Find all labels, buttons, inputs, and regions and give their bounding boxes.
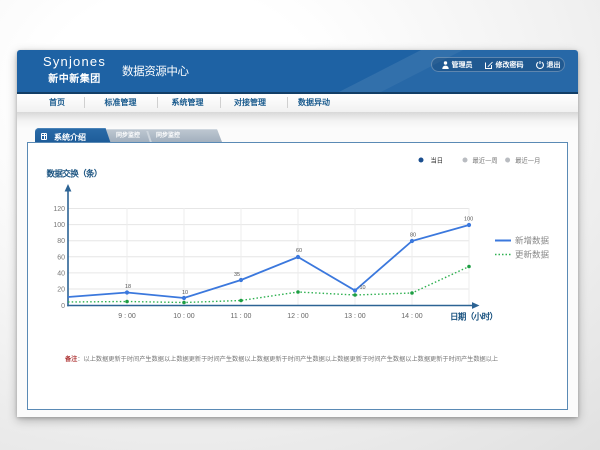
svg-text:60: 60	[296, 248, 302, 254]
svg-text:10 : 00: 10 : 00	[173, 313, 195, 320]
svg-text:80: 80	[410, 233, 416, 239]
svg-text:当日: 当日	[431, 155, 444, 164]
svg-text:数据交换（条）: 数据交换（条）	[47, 169, 102, 179]
svg-text:20: 20	[57, 287, 65, 294]
svg-text:12 : 00: 12 : 00	[287, 313, 309, 320]
svg-text:新增数据: 新增数据	[515, 236, 550, 246]
svg-text:14 : 00: 14 : 00	[401, 313, 423, 320]
svg-text:11 : 00: 11 : 00	[231, 313, 252, 320]
svg-text:100: 100	[53, 222, 65, 229]
svg-text:13 : 00: 13 : 00	[344, 313, 366, 320]
svg-text:80: 80	[57, 238, 65, 245]
svg-text:60: 60	[57, 254, 65, 261]
svg-text:更新数据: 更新数据	[515, 250, 550, 260]
svg-text:日期（小时）: 日期（小时）	[450, 312, 497, 322]
svg-text:120: 120	[53, 206, 65, 213]
svg-text:备注：以上数据更新于时间产生数据以上数据更新于时间产生数据以: 备注：以上数据更新于时间产生数据以上数据更新于时间产生数据以上数据更新于时间产生…	[64, 355, 498, 363]
svg-text:35: 35	[234, 272, 240, 278]
svg-text:100: 100	[464, 217, 473, 223]
svg-text:18: 18	[125, 284, 131, 290]
svg-text:10: 10	[360, 285, 366, 291]
svg-text:最近一月: 最近一月	[515, 155, 540, 164]
svg-text:0: 0	[61, 303, 65, 310]
svg-text:10: 10	[182, 290, 188, 296]
svg-text:9 : 00: 9 : 00	[118, 313, 136, 320]
svg-text:40: 40	[57, 270, 65, 277]
svg-text:最近一周: 最近一周	[473, 155, 498, 164]
